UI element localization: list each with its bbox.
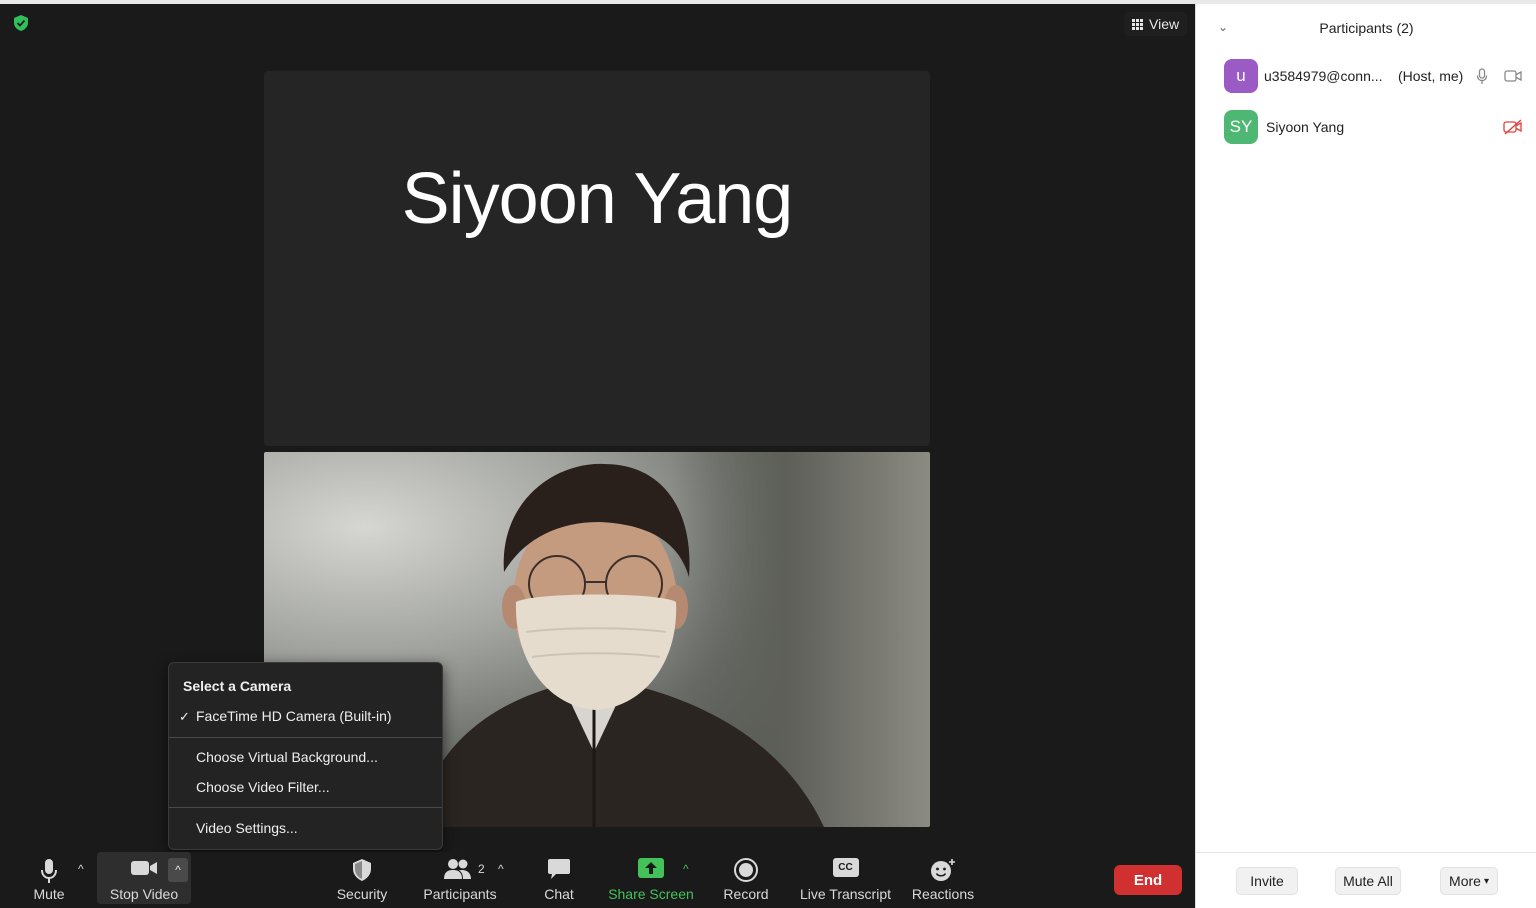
meeting-area: View Siyoon Yang Select a Camera ✓ FaceT… — [0, 4, 1195, 908]
audio-options-chevron-icon[interactable]: ^ — [78, 862, 84, 876]
chat-label: Chat — [544, 886, 574, 902]
participants-label: Participants — [423, 886, 497, 902]
share-screen-arrow-icon — [638, 858, 664, 878]
more-button[interactable]: More ▾ — [1440, 867, 1498, 895]
camera-menu: Select a Camera ✓ FaceTime HD Camera (Bu… — [168, 662, 443, 850]
video-settings[interactable]: Video Settings... — [196, 820, 298, 836]
reactions-label: Reactions — [911, 886, 975, 902]
encryption-shield-icon[interactable] — [12, 14, 30, 32]
mute-all-button[interactable]: Mute All — [1335, 867, 1401, 895]
video-off-icon[interactable] — [1503, 119, 1523, 135]
mute-label: Mute — [33, 886, 65, 902]
menu-divider — [169, 737, 442, 738]
more-label: More — [1449, 873, 1481, 889]
share-screen-label: Share Screen — [608, 886, 694, 902]
zoom-window: View Siyoon Yang Select a Camera ✓ FaceT… — [0, 0, 1536, 908]
invite-button[interactable]: Invite — [1236, 867, 1298, 895]
participant-name: u3584979@conn... — [1264, 68, 1383, 84]
share-options-chevron-icon[interactable]: ^ — [683, 862, 689, 876]
participants-panel-title: Participants (2) — [1319, 20, 1414, 36]
video-camera-icon[interactable] — [1504, 70, 1522, 82]
closed-caption-icon: CC — [832, 858, 859, 877]
emoji-reaction-icon — [931, 859, 955, 881]
share-screen-button[interactable]: Share Screen — [606, 852, 696, 908]
microphone-icon — [41, 859, 57, 883]
view-label: View — [1149, 16, 1180, 32]
view-button[interactable]: View — [1124, 12, 1188, 36]
meeting-toolbar: Mute ^ Stop Video ^ Security 2 Participa… — [0, 852, 1195, 908]
video-camera-icon — [131, 861, 157, 875]
live-transcript-button[interactable]: CC Live Transcript — [798, 852, 893, 908]
avatar: SY — [1224, 110, 1258, 144]
menu-divider — [169, 807, 442, 808]
avatar: u — [1224, 59, 1258, 93]
participants-button[interactable]: 2 Participants — [420, 852, 500, 908]
participants-icon — [444, 859, 471, 879]
record-button[interactable]: Record — [718, 852, 774, 908]
live-transcript-label: Live Transcript — [799, 886, 892, 902]
security-shield-icon — [353, 859, 371, 881]
chat-button[interactable]: Chat — [533, 852, 585, 908]
participant-role: (Host, me) — [1398, 68, 1464, 84]
video-options-chevron-icon[interactable]: ^ — [168, 858, 188, 882]
checkmark-icon: ✓ — [179, 709, 190, 724]
participant-row-host[interactable]: u u3584979@conn... (Host, me) — [1224, 59, 1524, 93]
microphone-icon[interactable] — [1476, 68, 1488, 85]
camera-option-facetime[interactable]: FaceTime HD Camera (Built-in) — [196, 708, 392, 724]
participants-panel-footer: Invite Mute All More ▾ — [1196, 852, 1536, 908]
camera-menu-header: Select a Camera — [183, 678, 292, 694]
grid-icon — [1132, 18, 1143, 30]
stop-video-label: Stop Video — [109, 886, 179, 902]
participant-tile-name: Siyoon Yang — [401, 158, 794, 239]
mute-button[interactable]: Mute — [22, 852, 76, 908]
choose-video-filter[interactable]: Choose Video Filter... — [196, 779, 330, 795]
participant-row-siyoon[interactable]: SY Siyoon Yang — [1224, 110, 1524, 144]
reactions-button[interactable]: Reactions — [910, 852, 976, 908]
participants-options-chevron-icon[interactable]: ^ — [498, 862, 504, 876]
participants-count: 2 — [478, 862, 485, 876]
choose-virtual-background[interactable]: Choose Virtual Background... — [196, 749, 378, 765]
chevron-down-icon: ▾ — [1483, 875, 1489, 887]
participants-panel: ⌄ Participants (2) u u3584979@conn... (H… — [1195, 4, 1536, 908]
security-label: Security — [336, 886, 388, 902]
end-meeting-button[interactable]: End — [1114, 865, 1182, 895]
participant-name-tile[interactable]: Siyoon Yang — [264, 71, 930, 446]
record-icon — [734, 858, 758, 882]
record-label: Record — [723, 886, 769, 902]
chat-bubble-icon — [548, 859, 570, 879]
security-button[interactable]: Security — [332, 852, 392, 908]
participant-name: Siyoon Yang — [1266, 119, 1345, 135]
